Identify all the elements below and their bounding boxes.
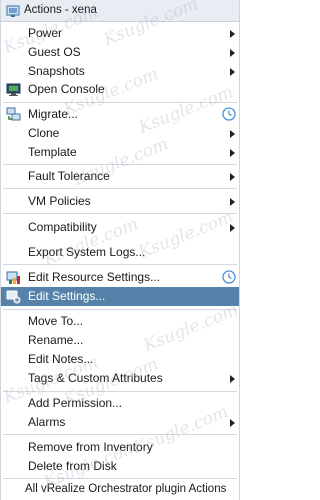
- submenu-arrow-icon: [230, 419, 235, 427]
- submenu-arrow-icon: [230, 68, 235, 76]
- submenu-arrow-icon: [230, 198, 235, 206]
- menu-item-edit-resource-settings[interactable]: Edit Resource Settings...: [1, 268, 239, 287]
- menu-item-label: Template: [28, 145, 77, 159]
- menu-item-label: VM Policies: [28, 194, 91, 208]
- submenu-arrow-icon: [230, 30, 235, 38]
- menu-item-label: Edit Notes...: [28, 352, 94, 366]
- menu-separator: [3, 188, 237, 189]
- submenu-arrow-icon: [230, 149, 235, 157]
- menu-separator: [3, 309, 237, 310]
- menu-item-vm-policies[interactable]: VM Policies: [1, 192, 239, 211]
- menu-item-label: Compatibility: [28, 220, 97, 234]
- menu-item-label: Edit Resource Settings...: [28, 270, 161, 284]
- menu-item-compatibility[interactable]: Compatibility: [1, 218, 239, 237]
- menu-item-clone[interactable]: Clone: [1, 124, 239, 143]
- resource-settings-icon: [6, 271, 20, 284]
- menu-item-label: Rename...: [28, 333, 84, 347]
- menu-separator: [3, 391, 237, 392]
- clock-icon: [222, 270, 236, 284]
- menu-item-label: Clone: [28, 126, 60, 140]
- menu-separator: [3, 164, 237, 165]
- menu-item-open-console[interactable]: Open Console: [1, 80, 239, 99]
- submenu-arrow-icon: [230, 130, 235, 138]
- menu-item-label: Alarms: [28, 415, 66, 429]
- menu-item-edit-notes[interactable]: Edit Notes...: [1, 350, 239, 369]
- menu-item-label: Tags & Custom Attributes: [28, 371, 163, 385]
- submenu-arrow-icon: [230, 173, 235, 181]
- menu-separator: [3, 434, 237, 435]
- menu-item-export-system-logs[interactable]: Export System Logs...: [1, 243, 239, 262]
- menu-item-label: Export System Logs...: [28, 245, 146, 259]
- menu-item-tags-custom-attributes[interactable]: Tags & Custom Attributes: [1, 369, 239, 388]
- menu-item-delete-from-disk[interactable]: Delete from Disk: [1, 457, 239, 476]
- edit-settings-icon: [6, 290, 21, 304]
- submenu-arrow-icon: [230, 49, 235, 57]
- menu-separator: [3, 264, 237, 265]
- menu-item-remove-from-inventory[interactable]: Remove from Inventory: [1, 438, 239, 457]
- submenu-arrow-icon: [230, 224, 235, 232]
- menu-item-snapshots[interactable]: Snapshots: [1, 62, 239, 81]
- menu-item-migrate[interactable]: Migrate...: [1, 105, 239, 124]
- clock-icon: [222, 107, 236, 121]
- menu-item-label: Fault Tolerance: [28, 169, 110, 183]
- menu-item-power[interactable]: Power: [1, 24, 239, 43]
- menu-item-alarms[interactable]: Alarms: [1, 413, 239, 432]
- menu-item-label: All vRealize Orchestrator plugin Actions: [25, 483, 227, 495]
- migrate-icon: [6, 107, 21, 121]
- submenu-arrow-icon: [230, 375, 235, 383]
- menu-item-move-to[interactable]: Move To...: [1, 312, 239, 331]
- menu-separator: [3, 213, 237, 214]
- menu-item-label: Delete from Disk: [28, 459, 117, 473]
- menu-item-label: Power: [28, 26, 63, 40]
- actions-context-menu: Actions - xena Power Guest OS Snapshots …: [0, 0, 241, 500]
- menu-item-label: Migrate...: [28, 107, 79, 121]
- menu-item-label: Move To...: [28, 314, 84, 328]
- menu-item-vro-actions[interactable]: All vRealize Orchestrator plugin Actions: [1, 481, 239, 500]
- menu-item-edit-settings[interactable]: Edit Settings...: [1, 287, 239, 306]
- menu-separator: [3, 102, 237, 103]
- menu-item-add-permission[interactable]: Add Permission...: [1, 394, 239, 413]
- menu-item-rename[interactable]: Rename...: [1, 331, 239, 350]
- menu-item-label: Remove from Inventory: [28, 440, 153, 454]
- menu-item-label: Guest OS: [28, 45, 81, 59]
- menu-separator: [3, 478, 237, 479]
- menu-item-label: Add Permission...: [28, 396, 123, 410]
- menu-item-label: Edit Settings...: [28, 289, 106, 303]
- vm-actions-icon: [6, 5, 20, 17]
- menu-header: Actions - xena: [1, 0, 239, 22]
- menu-item-label: Open Console: [28, 82, 105, 96]
- console-icon: [6, 83, 21, 96]
- menu-item-fault-tolerance[interactable]: Fault Tolerance: [1, 167, 239, 186]
- menu-item-template[interactable]: Template: [1, 143, 239, 162]
- menu-item-guest-os[interactable]: Guest OS: [1, 43, 239, 62]
- menu-item-label: Snapshots: [28, 64, 85, 78]
- menu-title: Actions - xena: [24, 4, 97, 16]
